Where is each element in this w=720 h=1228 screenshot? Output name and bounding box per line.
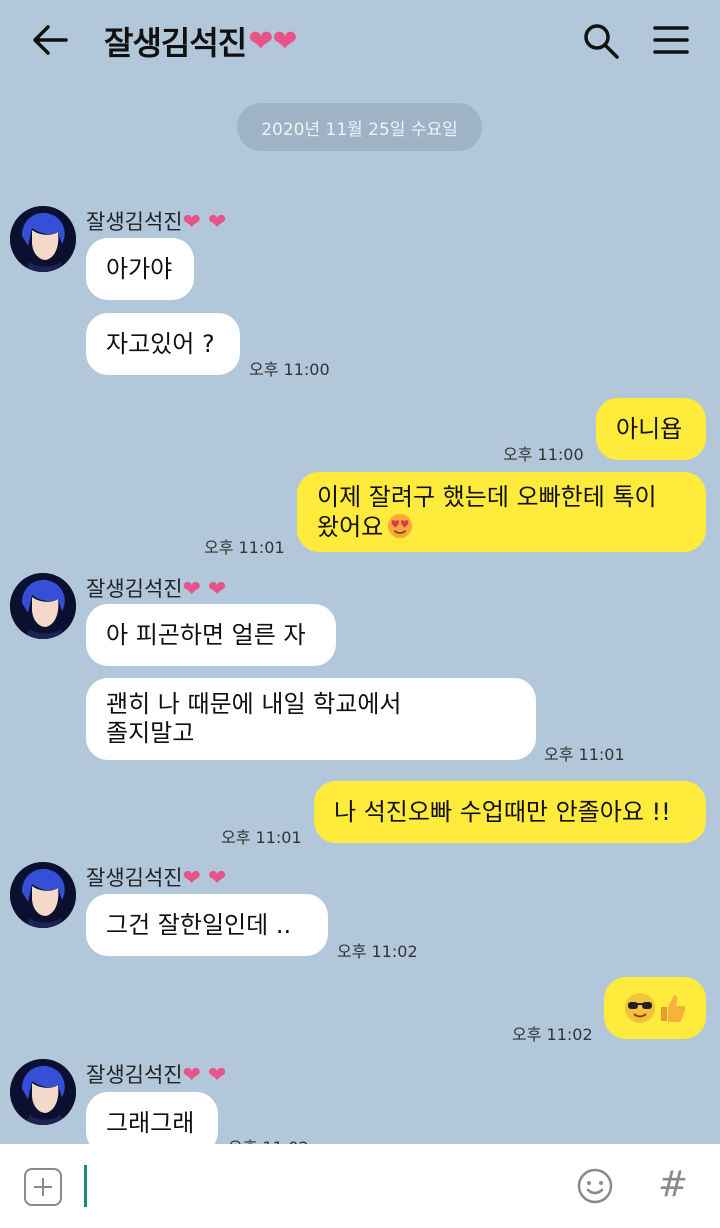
avatar-image — [10, 206, 76, 272]
message-text: 아가야 — [106, 254, 173, 283]
sender-name-text: 잘생김석진 — [86, 1063, 183, 1087]
message-text: 졸지말고 — [106, 719, 195, 747]
avatar[interactable] — [10, 573, 76, 639]
hashtag-icon[interactable]: # — [656, 1164, 690, 1206]
incoming-message[interactable]: 그래그래 — [86, 1092, 218, 1144]
avatar-image — [10, 862, 76, 928]
heart-eyes-emoji-icon — [388, 513, 413, 538]
message-text: 아 피곤하면 얼른 자 — [106, 620, 306, 649]
message-time: 오후 11:01 — [221, 828, 302, 847]
sender-hearts: ❤ ❤ — [182, 210, 227, 235]
avatar[interactable] — [10, 206, 76, 272]
message-time: 오후 11:01 — [544, 745, 625, 764]
incoming-message[interactable]: 자고있어 ? — [86, 313, 240, 375]
message-text: 아니욥 — [616, 414, 683, 443]
message-text: 자고있어 ? — [106, 329, 215, 358]
thumbs-up-emoji-icon — [661, 995, 686, 1022]
sender-name-text: 잘생김석진 — [86, 866, 183, 890]
outgoing-message[interactable]: 이제 잘려구 했는데 오빠한테 톡이 왔어요 — [297, 472, 706, 552]
incoming-message[interactable]: 괜히 나 때문에 내일 학교에서 졸지말고 — [86, 678, 536, 760]
sender-name: 잘생김석진❤ ❤ — [86, 862, 226, 892]
message-time: 오후 11:00 — [503, 445, 584, 464]
attach-plus-icon[interactable] — [24, 1168, 62, 1206]
message-text-line2: 왔어요 — [317, 512, 415, 542]
message-text: 나 석진오빠 수업때만 안졸아요 !! — [334, 797, 671, 826]
incoming-message[interactable]: 아가야 — [86, 238, 194, 300]
sender-name: 잘생김석진❤ ❤ — [86, 1059, 226, 1089]
sunglasses-emoji-icon — [625, 993, 655, 1023]
sender-name: 잘생김석진❤ ❤ — [86, 206, 226, 236]
sender-hearts: ❤ ❤ — [182, 866, 227, 891]
message-list[interactable]: 2020년 11월 25일 수요일 잘생김석진❤ ❤ 아가야 자고있어 ? 오후… — [0, 0, 720, 1144]
sender-name-text: 잘생김석진 — [86, 210, 183, 234]
message-text: 왔어요 — [317, 512, 384, 541]
message-time: 오후 11:02 — [337, 942, 418, 961]
avatar-image — [10, 1059, 76, 1125]
message-text: 그건 잘한일인데 .. — [106, 910, 292, 939]
sender-hearts: ❤ ❤ — [182, 577, 227, 602]
message-time: 오후 11:01 — [204, 538, 285, 557]
smiley-icon[interactable] — [576, 1167, 614, 1205]
outgoing-message[interactable]: 나 석진오빠 수업때만 안졸아요 !! — [314, 781, 706, 843]
message-time: 오후 11:00 — [249, 360, 330, 379]
date-divider: 2020년 11월 25일 수요일 — [237, 103, 482, 151]
outgoing-message[interactable]: 아니욥 — [596, 398, 706, 460]
text-cursor — [84, 1165, 87, 1207]
incoming-message[interactable]: 그건 잘한일인데 .. — [86, 894, 328, 956]
incoming-message[interactable]: 아 피곤하면 얼른 자 — [86, 604, 336, 666]
message-text: 이제 잘려구 했는데 오빠한테 톡이 — [317, 482, 657, 511]
message-text: 괜히 나 때문에 내일 학교에서 — [106, 690, 402, 718]
avatar[interactable] — [10, 862, 76, 928]
outgoing-message[interactable] — [604, 977, 706, 1039]
avatar[interactable] — [10, 1059, 76, 1125]
sender-name: 잘생김석진❤ ❤ — [86, 573, 226, 603]
sender-hearts: ❤ ❤ — [182, 1063, 227, 1088]
sender-name-text: 잘생김석진 — [86, 577, 183, 601]
avatar-image — [10, 573, 76, 639]
message-time: 오후 11:02 — [228, 1134, 309, 1144]
message-text: 그래그래 — [106, 1108, 195, 1137]
message-input[interactable] — [84, 1164, 554, 1208]
message-time: 오후 11:02 — [512, 1025, 593, 1044]
